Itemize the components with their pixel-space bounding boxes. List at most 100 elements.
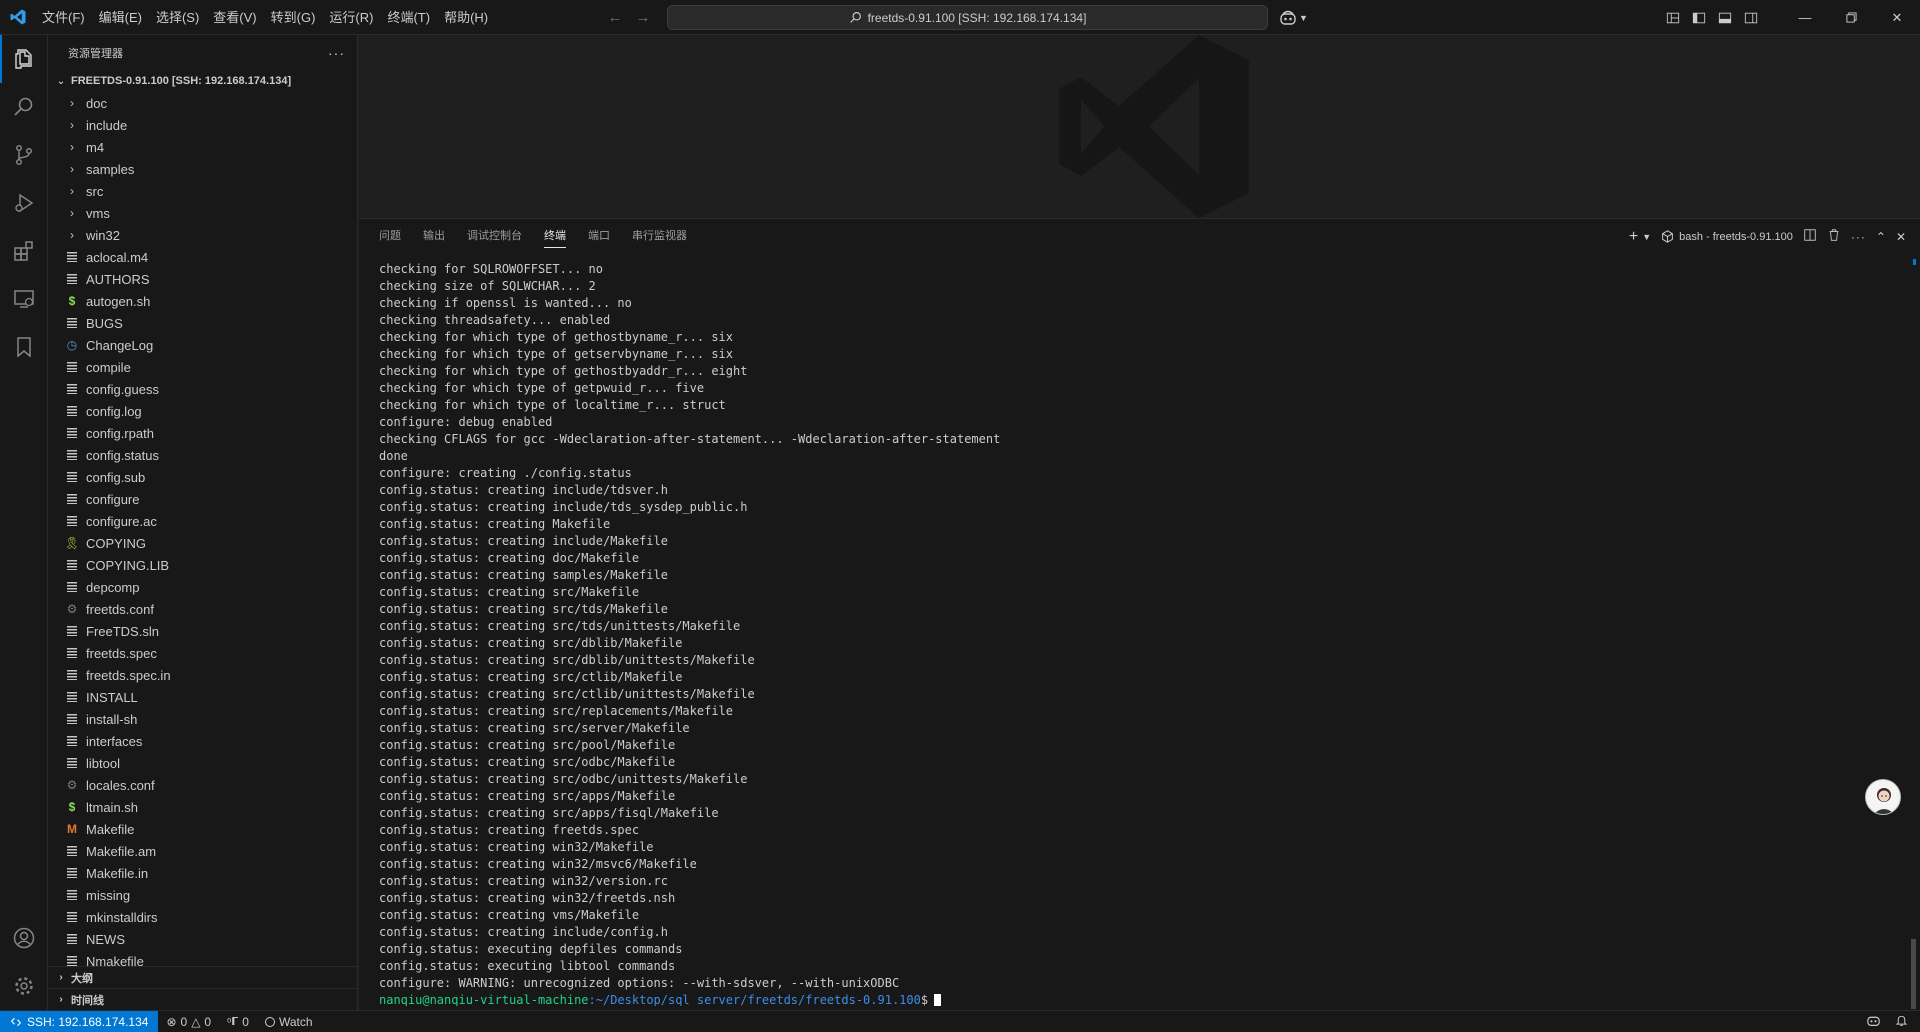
file-item[interactable]: freetds.spec [48, 642, 357, 664]
file-item[interactable]: $ autogen.sh [48, 290, 357, 312]
file-item[interactable]: NEWS [48, 928, 357, 950]
file-item[interactable]: config.sub [48, 466, 357, 488]
file-item[interactable]: FreeTDS.sln [48, 620, 357, 642]
scroll-thumb[interactable] [1911, 939, 1916, 1009]
maximize-panel-chevron-up-icon[interactable]: ⌃ [1876, 230, 1886, 244]
file-item[interactable]: config.log [48, 400, 357, 422]
file-item[interactable]: M Makefile [48, 818, 357, 840]
folder-item[interactable]: › m4 [48, 136, 357, 158]
file-item[interactable]: BUGS [48, 312, 357, 334]
file-item[interactable]: Makefile.am [48, 840, 357, 862]
watch-indicator[interactable]: Watch [257, 1011, 321, 1032]
menu-item-0[interactable]: 文件(F) [35, 0, 92, 35]
forward-arrow-icon[interactable]: → [634, 9, 652, 27]
file-item[interactable]: Makefile.in [48, 862, 357, 884]
new-terminal-icon[interactable]: + [1629, 228, 1638, 246]
terminal-output[interactable]: checking for SQLROWOFFSET... no checking … [379, 261, 1879, 1006]
explorer-icon[interactable] [0, 35, 48, 83]
menu-item-3[interactable]: 查看(V) [206, 0, 263, 35]
remote-indicator[interactable]: SSH: 192.168.174.134 [0, 1010, 159, 1032]
chevron-down-icon[interactable]: ▼ [1642, 232, 1651, 242]
panel-tab-0[interactable]: 问题 [379, 219, 401, 254]
copilot-status-icon[interactable] [1866, 1014, 1881, 1030]
customize-layout-icon[interactable] [1660, 0, 1686, 35]
file-item[interactable]: compile [48, 356, 357, 378]
menu-item-1[interactable]: 编辑(E) [92, 0, 149, 35]
back-arrow-icon[interactable]: ← [606, 9, 624, 27]
file-item[interactable]: missing [48, 884, 357, 906]
menu-item-2[interactable]: 选择(S) [149, 0, 206, 35]
panel-tab-2[interactable]: 调试控制台 [467, 219, 522, 254]
panel-tab-1[interactable]: 输出 [423, 219, 445, 254]
manage-gear-icon[interactable] [0, 962, 48, 1010]
remote-explorer-icon[interactable] [0, 275, 48, 323]
toggle-secondary-sidebar-icon[interactable] [1738, 0, 1764, 35]
file-item[interactable]: libtool [48, 752, 357, 774]
file-item[interactable]: ⚙ freetds.conf [48, 598, 357, 620]
file-item[interactable]: install-sh [48, 708, 357, 730]
folder-item[interactable]: › win32 [48, 224, 357, 246]
file-item[interactable]: INSTALL [48, 686, 357, 708]
chevron-right-icon: › [70, 96, 74, 110]
toggle-sidebar-icon[interactable] [1686, 0, 1712, 35]
more-actions-icon[interactable]: ··· [328, 45, 345, 61]
file-item[interactable]: config.status [48, 444, 357, 466]
split-terminal-icon[interactable] [1803, 228, 1817, 245]
section-timeline[interactable]: › 时间线 [48, 988, 357, 1010]
file-item[interactable]: mkinstalldirs [48, 906, 357, 928]
terminal-selector[interactable]: bash - freetds-0.91.100 [1661, 230, 1793, 243]
file-item[interactable]: aclocal.m4 [48, 246, 357, 268]
folder-item[interactable]: › samples [48, 158, 357, 180]
close-panel-icon[interactable]: ✕ [1896, 230, 1906, 244]
file-item[interactable]: depcomp [48, 576, 357, 598]
file-item[interactable]: ◷ ChangeLog [48, 334, 357, 356]
folder-item[interactable]: › doc [48, 92, 357, 114]
terminal-scrollbar[interactable] [1911, 259, 1916, 1009]
bookmarks-icon[interactable] [0, 323, 48, 371]
lines-file-icon [64, 491, 80, 507]
menu-item-5[interactable]: 运行(R) [322, 0, 380, 35]
kill-terminal-trash-icon[interactable] [1827, 228, 1841, 245]
file-tree: › doc › include › m4 › samples › src › vms › win32 acl… [48, 92, 357, 977]
folder-item[interactable]: › include [48, 114, 357, 136]
floating-avatar[interactable] [1865, 779, 1901, 815]
file-item[interactable]: 🎗 COPYING [48, 532, 357, 554]
menu-item-4[interactable]: 转到(G) [264, 0, 323, 35]
file-item[interactable]: configure.ac [48, 510, 357, 532]
problems-indicator[interactable]: ⊗ 0 △ 0 [158, 1011, 219, 1032]
more-actions-icon[interactable]: ··· [1851, 230, 1866, 244]
accounts-icon[interactable] [0, 914, 48, 962]
file-item[interactable]: config.guess [48, 378, 357, 400]
file-item[interactable]: interfaces [48, 730, 357, 752]
minimize-icon[interactable]: — [1782, 0, 1828, 35]
command-center-search[interactable]: freetds-0.91.100 [SSH: 192.168.174.134] [667, 5, 1268, 30]
file-item[interactable]: AUTHORS [48, 268, 357, 290]
menu-item-6[interactable]: 终端(T) [380, 0, 437, 35]
folder-item[interactable]: › src [48, 180, 357, 202]
folder-item[interactable]: › vms [48, 202, 357, 224]
file-item[interactable]: freetds.spec.in [48, 664, 357, 686]
toggle-panel-icon[interactable] [1712, 0, 1738, 35]
workspace-root-folder[interactable]: ⌄ FREETDS-0.91.100 [SSH: 192.168.174.134… [48, 70, 357, 92]
bell-icon[interactable] [1895, 1014, 1908, 1030]
menu-item-7[interactable]: 帮助(H) [437, 0, 495, 35]
file-item[interactable]: COPYING.LIB [48, 554, 357, 576]
source-control-icon[interactable] [0, 131, 48, 179]
panel-tab-5[interactable]: 串行监视器 [632, 219, 687, 254]
file-item[interactable]: ⚙ locales.conf [48, 774, 357, 796]
search-icon[interactable] [0, 83, 48, 131]
title-bar-controls: — ✕ [1660, 0, 1920, 35]
section-outline[interactable]: › 大纲 [48, 966, 357, 988]
extensions-icon[interactable] [0, 227, 48, 275]
restore-icon[interactable] [1828, 0, 1874, 35]
file-item[interactable]: $ ltmain.sh [48, 796, 357, 818]
ports-indicator[interactable]: ᵒ𝝘 0 [219, 1011, 257, 1032]
panel-tab-3[interactable]: 终端 [544, 219, 566, 254]
panel-tab-4[interactable]: 端口 [588, 219, 610, 254]
copilot-button[interactable]: ▼ [1279, 7, 1308, 29]
file-item[interactable]: config.rpath [48, 422, 357, 444]
run-debug-icon[interactable] [0, 179, 48, 227]
file-item[interactable]: configure [48, 488, 357, 510]
close-icon[interactable]: ✕ [1874, 0, 1920, 35]
tree-item-label: BUGS [86, 315, 123, 331]
